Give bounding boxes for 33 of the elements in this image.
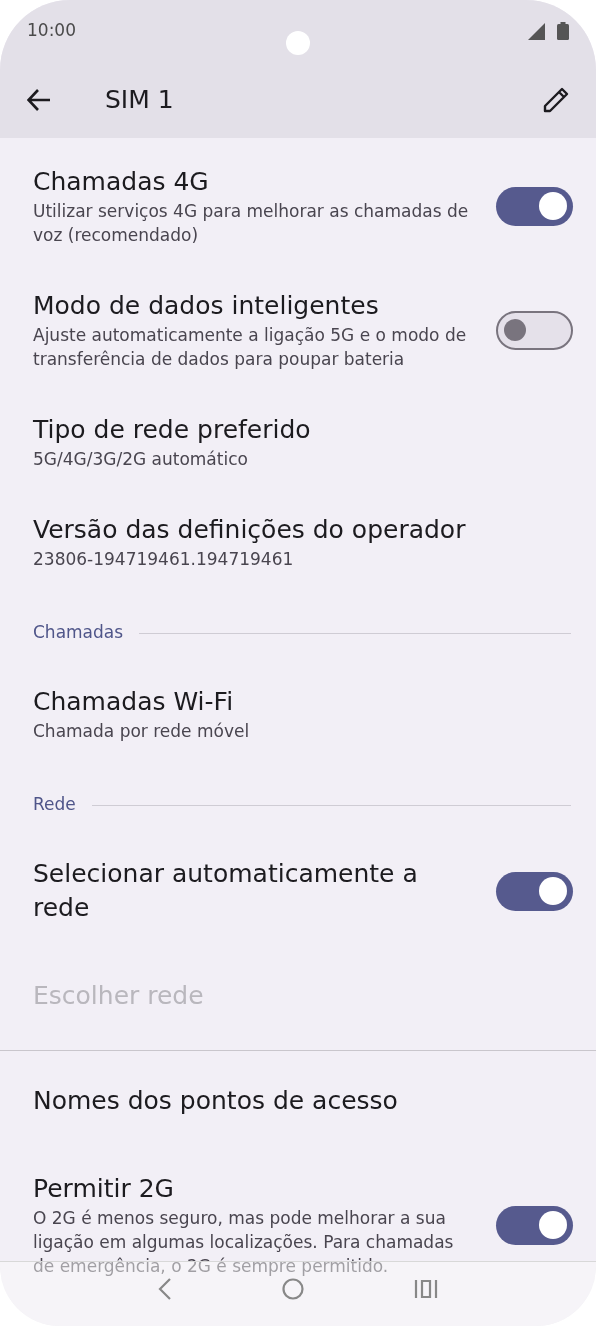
setting-title[interactable]: Selecionar automaticamente a rede [33, 857, 476, 925]
toggle-switch[interactable] [496, 310, 573, 350]
toggle-switch[interactable] [496, 871, 573, 911]
setting-title[interactable]: Nomes dos pontos de acesso [33, 1084, 553, 1118]
setting-summary: Chamada por rede móvel [33, 720, 251, 743]
setting-title: Escolher rede [33, 980, 205, 1012]
back-nav-icon[interactable] [158, 1278, 172, 1300]
toggle-switch[interactable] [496, 1205, 573, 1245]
setting-summary: 5G/4G/3G/2G automático [33, 448, 249, 471]
setting-title[interactable]: Chamadas Wi-Fi [33, 685, 553, 719]
page-title: SIM 1 [105, 84, 174, 117]
camera-hole-icon [286, 31, 310, 55]
setting-title[interactable]: Chamadas 4G [33, 165, 476, 199]
battery-icon [557, 22, 569, 40]
section-header: Chamadas [33, 621, 124, 645]
setting-title[interactable]: Tipo de rede preferido [33, 413, 553, 447]
pencil-icon [543, 87, 569, 113]
signal-icon [528, 22, 545, 40]
status-time: 10:00 [27, 19, 76, 43]
setting-title[interactable]: Versão das definições do operador [33, 513, 553, 547]
setting-summary: Ajuste automaticamente a ligação 5G e o modo de transferência de dados para poupar bateria [33, 324, 468, 371]
setting-summary: 23806-194719461.194719461 [33, 548, 295, 571]
setting-summary: O 2G é menos seguro, mas pode melhorar a sua ligação em algumas localizações. Para chamadas de emergência, o 2G é sempre permitido. [33, 1207, 455, 1278]
recents-nav-icon[interactable] [414, 1279, 438, 1299]
back-button[interactable] [26, 87, 52, 113]
setting-title[interactable]: Permitir 2G [33, 1172, 476, 1206]
home-nav-icon[interactable] [282, 1278, 304, 1300]
back-arrow-icon [27, 89, 51, 111]
edit-button[interactable] [542, 86, 570, 114]
toggle-switch[interactable] [496, 186, 573, 226]
setting-summary: Utilizar serviços 4G para melhorar as chamadas de voz (recomendado) [33, 200, 470, 247]
setting-title[interactable]: Modo de dados inteligentes [33, 289, 476, 323]
section-header: Rede [33, 793, 76, 817]
